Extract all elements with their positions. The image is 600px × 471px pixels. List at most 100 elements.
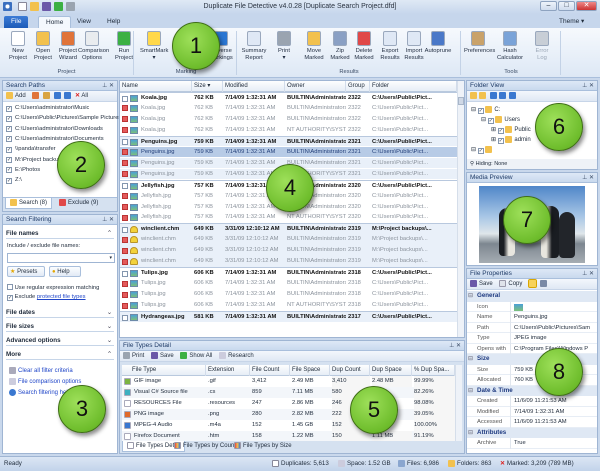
ribbon-button-hash[interactable]: Hash Calculator — [496, 31, 524, 61]
mark-checkbox[interactable] — [122, 183, 128, 190]
save-button[interactable]: Save — [470, 279, 493, 287]
expand-all-icon[interactable] — [489, 91, 497, 99]
result-row[interactable]: Koala.jpg 762 KB 7/14/09 1:32:31 AM BUILTIN… — [120, 102, 457, 114]
mark-checkbox[interactable] — [122, 314, 128, 321]
column-header-file-type[interactable]: File Type — [122, 365, 206, 376]
tree-node-users[interactable]: ⊟ ✓ Users — [471, 115, 531, 125]
presets-button[interactable]: ★ Presets — [7, 266, 45, 277]
remove-all-button[interactable]: ✕ All — [75, 93, 88, 99]
theme-menu[interactable]: Theme ▾ — [552, 16, 591, 28]
path-checkbox[interactable]: ✓ — [6, 157, 12, 163]
column-header-folder[interactable]: Folder — [370, 81, 457, 92]
add-path-button[interactable]: Add — [6, 91, 26, 99]
ribbon-button-preferences[interactable]: Preferences — [464, 31, 495, 55]
column-header-name[interactable]: Name — [120, 81, 192, 92]
clear-filter-link[interactable]: Clear all filter criteria — [9, 367, 73, 374]
categorized-view-icon[interactable] — [528, 278, 538, 288]
column-header-modified[interactable]: Modified — [223, 81, 285, 92]
mark-checkbox[interactable] — [122, 226, 128, 233]
mark-checkbox[interactable] — [122, 171, 128, 178]
pin-close-icon[interactable]: ⊥ ✕ — [582, 269, 594, 279]
mark-checkbox[interactable] — [122, 139, 128, 146]
tab-search-paths[interactable]: Search (8) — [5, 198, 53, 209]
mark-checkbox[interactable] — [122, 291, 128, 298]
column-header-group[interactable]: Group — [346, 81, 370, 92]
search-path-item[interactable]: ✓ C:\Users\Public\Pictures\Sample Picture… — [3, 113, 121, 124]
ribbon-button-new[interactable]: New Project — [4, 31, 32, 61]
section-file-sizes[interactable]: File sizes ⌄ — [6, 321, 114, 332]
property-row[interactable]: Archive True — [467, 438, 597, 449]
property-category[interactable]: ⊟ Attributes — [467, 427, 597, 438]
property-row[interactable]: Created 11/6/09 11:21:53 AM — [467, 396, 597, 407]
property-row[interactable]: Accessed 11/6/09 11:21:53 AM — [467, 417, 597, 428]
pin-close-icon[interactable]: ⊥ ✕ — [582, 81, 594, 91]
tab-exclude-paths[interactable]: Exclude (9) — [55, 198, 102, 209]
print-button[interactable]: Print — [123, 351, 144, 359]
ribbon-button-autoprune[interactable]: Autoprune — [424, 31, 452, 55]
search-path-item[interactable]: ✓ C:\Users\administrator\Music — [3, 103, 117, 114]
mark-checkbox[interactable] — [122, 247, 128, 254]
move-up-icon[interactable] — [53, 91, 61, 99]
close-button[interactable]: ✕ — [576, 1, 597, 11]
mark-checkbox[interactable] — [122, 105, 128, 112]
property-row[interactable]: Name Penguins.jpg — [467, 312, 597, 323]
add-folder-icon[interactable] — [470, 91, 477, 99]
file-types-scrollbar[interactable] — [455, 365, 462, 441]
column-header-extension[interactable]: Extension — [206, 365, 250, 376]
mark-checkbox[interactable] — [122, 270, 128, 277]
search-path-item[interactable]: ✓ C:\Users\administrator\Downloads — [3, 124, 117, 135]
result-row[interactable]: Koala.jpg 762 KB 7/14/09 1:32:31 AM NT AUTH… — [120, 124, 457, 136]
show-all-button[interactable]: Show All — [180, 351, 212, 359]
mark-checkbox[interactable] — [122, 95, 128, 102]
edit-path-icon[interactable] — [32, 91, 40, 99]
help-button[interactable]: ● Help — [49, 266, 81, 277]
move-down-icon[interactable] — [64, 91, 72, 99]
maximize-button[interactable]: □ — [558, 1, 575, 11]
tree-node-drive[interactable]: ⊟ ✓ — [471, 145, 531, 155]
result-row[interactable]: winclient.chm 649 KB 3/31/09 12:10:12 AM BU… — [120, 234, 457, 246]
results-scrollbar[interactable] — [457, 81, 464, 337]
pin-close-icon[interactable]: ⊥ ✕ — [102, 215, 114, 225]
file-type-row[interactable]: Visual C# Source file .cs 859 7.11 MB 580 82.… — [122, 387, 455, 398]
result-row[interactable]: Tulips.jpg 606 KB 7/14/09 1:32:31 AM NT AUT… — [120, 300, 457, 311]
mark-checkbox[interactable] — [122, 258, 128, 265]
mark-checkbox[interactable] — [122, 149, 128, 156]
tab-file[interactable]: File — [4, 16, 29, 28]
view-options-icon[interactable] — [509, 91, 517, 99]
result-row[interactable]: Koala.jpg 762 KB 7/14/09 1:32:31 AM BUILTIN… — [120, 113, 457, 125]
protected-file-types-link[interactable]: protected file types — [37, 294, 86, 300]
tab-file-types-by-size[interactable]: File Types by Size — [230, 441, 296, 452]
property-row[interactable]: Modified 7/14/09 1:32:31 AM — [467, 406, 597, 417]
section-file-dates[interactable]: File dates ⌄ — [6, 307, 114, 318]
pin-close-icon[interactable]: ⊥ ✕ — [102, 81, 114, 91]
tree-node-c[interactable]: ⊟ ✓ C: — [471, 105, 531, 115]
result-row[interactable]: Hydrangeas.jpg 581 KB 7/14/09 1:32:31 AM BU… — [120, 311, 457, 322]
column-header-owner[interactable]: Owner — [285, 81, 346, 92]
mark-checkbox[interactable] — [122, 160, 128, 167]
tree-node-public[interactable]: ⊞ ✓ Public — [471, 125, 531, 135]
file-type-row[interactable]: MPEG-4 Audio .m4a 152 1.45 GB 152 100.00% — [122, 420, 455, 431]
scroll-thumb[interactable] — [458, 97, 464, 105]
file-type-row[interactable]: Firefox Document .htm 158 1.22 MB 150 1.11 MB… — [122, 431, 455, 441]
result-row[interactable]: Tulips.jpg 606 KB 7/14/09 1:32:31 AM BUILTI… — [120, 278, 457, 289]
property-row[interactable]: Icon — [467, 301, 597, 312]
exclude-protected-checkbox[interactable]: ✓ Exclude protected file types — [7, 294, 86, 301]
checkbox[interactable] — [7, 284, 13, 290]
path-checkbox[interactable]: ✓ — [6, 105, 12, 112]
column-header--dup-spa-[interactable]: % Dup Spa... — [412, 365, 455, 376]
result-row[interactable]: winclient.chm 649 KB 3/31/09 12:10:12 AM BU… — [120, 245, 457, 256]
property-category[interactable]: ⊟ General — [467, 291, 597, 302]
result-row[interactable]: Penguins.jpg 759 KB 7/14/09 1:32:31 AM BUIL… — [120, 146, 457, 158]
column-header-size[interactable]: Size ▾ — [192, 81, 223, 92]
file-type-row[interactable]: GIF image .gif 3,412 2.49 MB 3,410 2.48 MB 99.… — [122, 376, 455, 387]
property-row[interactable]: Type JPEG image — [467, 333, 597, 344]
checkbox[interactable]: ✓ — [7, 295, 13, 301]
path-checkbox[interactable]: ✓ — [6, 167, 12, 174]
mark-checkbox[interactable] — [122, 280, 128, 287]
ribbon-button-delete[interactable]: Delete Marked — [350, 31, 378, 61]
tree-node-admin[interactable]: ⊞ ✓ admin — [471, 135, 531, 145]
folder-options-icon[interactable] — [479, 91, 486, 99]
collapse-all-icon[interactable] — [498, 91, 506, 99]
sort-alpha-icon[interactable] — [539, 279, 547, 287]
column-header-file-space[interactable]: File Space — [290, 365, 330, 376]
